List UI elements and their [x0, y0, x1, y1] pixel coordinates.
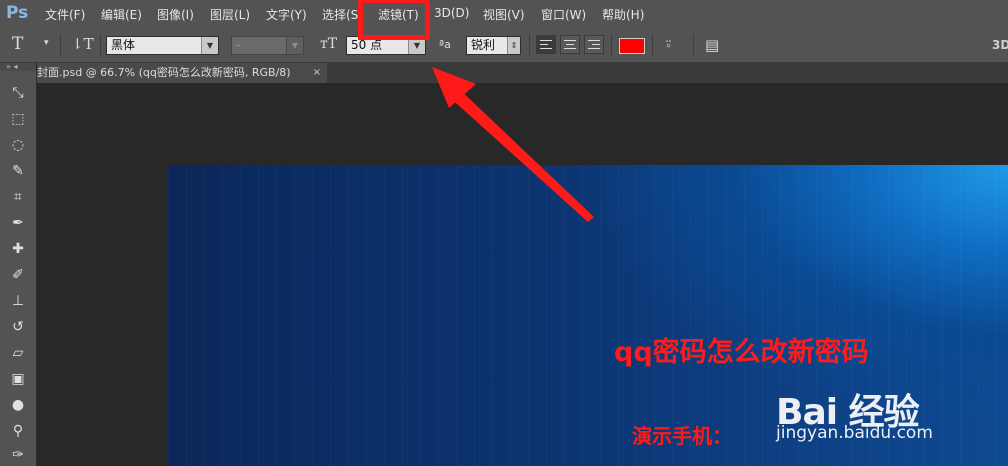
orientation-toggle-icon[interactable]: ⇂T — [71, 35, 94, 53]
text-color-swatch[interactable] — [619, 38, 645, 54]
menu-select[interactable]: 选择(S) — [322, 6, 363, 23]
annotation-highlight-box — [358, 0, 430, 40]
toolbox: ⤡ ⬚ ◌ ✎ ⌗ ✒ ✚ ✐ ⊥ ↺ ▱ ▣ ● ⚲ ✑ — [0, 71, 37, 466]
document-tab-bar: 封面.psd @ 66.7% (qq密码怎么改新密码, RGB/8) × — [37, 63, 1008, 83]
canvas-subtitle-text: 演示手机： — [632, 424, 732, 448]
divider — [60, 34, 61, 56]
history-brush-tool-icon[interactable]: ↺ — [8, 317, 28, 337]
eyedropper-tool-icon[interactable]: ✒ — [8, 213, 28, 233]
chevron-down-icon: ▼ — [201, 37, 218, 54]
pen-tool-icon[interactable]: ✑ — [8, 445, 28, 465]
canvas-title-text: qq密码怎么改新密码 — [614, 337, 869, 368]
align-right-button[interactable] — [584, 35, 604, 54]
clone-stamp-tool-icon[interactable]: ⊥ — [8, 291, 28, 311]
type-tool-icon[interactable]: T — [12, 34, 23, 54]
font-style-select[interactable]: - ▼ — [231, 36, 304, 55]
align-center-button[interactable] — [560, 35, 580, 54]
blur-tool-icon[interactable]: ● — [8, 395, 28, 415]
menu-bar: Ps 文件(F) 编辑(E) 图像(I) 图层(L) 文字(Y) 选择(S) 滤… — [0, 0, 1008, 28]
chevron-down-icon[interactable]: ▾ — [44, 38, 49, 48]
menu-help[interactable]: 帮助(H) — [602, 6, 644, 23]
menu-file[interactable]: 文件(F) — [45, 6, 85, 23]
warp-text-icon[interactable]: ⍤ — [664, 35, 673, 53]
menu-3d[interactable]: 3D(D) — [434, 6, 469, 20]
font-family-select[interactable]: 黑体 ▼ — [106, 36, 219, 55]
menu-window[interactable]: 窗口(W) — [541, 6, 586, 23]
chevron-updown-icon: ⇕ — [507, 37, 520, 54]
quick-selection-tool-icon[interactable]: ✎ — [8, 161, 28, 181]
menu-image[interactable]: 图像(I) — [157, 6, 194, 23]
font-size-icon: ᴛT — [320, 36, 338, 52]
document-tab-title: 封面.psd @ 66.7% (qq密码怎么改新密码, RGB/8) — [37, 66, 291, 79]
close-icon[interactable]: × — [313, 63, 321, 83]
divider — [100, 34, 101, 56]
move-tool-icon[interactable]: ⤡ — [8, 83, 28, 103]
antialias-select[interactable]: 锐利 ⇕ — [466, 36, 521, 55]
font-family-value: 黑体 — [111, 38, 136, 52]
divider — [611, 34, 612, 56]
menu-view[interactable]: 视图(V) — [483, 6, 525, 23]
eraser-tool-icon[interactable]: ▱ — [8, 343, 28, 363]
menu-layer[interactable]: 图层(L) — [210, 6, 250, 23]
watermark-url: jingyan.baidu.com — [776, 423, 933, 443]
divider — [652, 34, 653, 56]
menu-type[interactable]: 文字(Y) — [266, 6, 307, 23]
document-tab[interactable]: 封面.psd @ 66.7% (qq密码怎么改新密码, RGB/8) × — [37, 63, 327, 83]
toolbox-grip[interactable]: » ◂ — [0, 63, 36, 71]
crop-tool-icon[interactable]: ⌗ — [8, 187, 28, 207]
divider — [693, 34, 694, 56]
photoshop-logo: Ps — [6, 3, 29, 23]
menu-edit[interactable]: 编辑(E) — [101, 6, 142, 23]
font-style-value: - — [236, 38, 241, 52]
healing-brush-tool-icon[interactable]: ✚ — [8, 239, 28, 259]
brush-tool-icon[interactable]: ✐ — [8, 265, 28, 285]
lasso-tool-icon[interactable]: ◌ — [8, 135, 28, 155]
align-left-button[interactable] — [536, 35, 556, 54]
divider — [529, 34, 530, 56]
marquee-tool-icon[interactable]: ⬚ — [8, 109, 28, 129]
antialias-value: 锐利 — [471, 38, 496, 52]
3d-mode-label[interactable]: 3D — [992, 38, 1008, 52]
chevron-down-icon: ▼ — [286, 37, 303, 54]
character-panel-icon[interactable]: ▤ — [705, 36, 719, 54]
font-size-value: 50 点 — [351, 38, 383, 52]
antialias-icon: ªa — [439, 38, 451, 51]
gradient-tool-icon[interactable]: ▣ — [8, 369, 28, 389]
dodge-tool-icon[interactable]: ⚲ — [8, 421, 28, 441]
